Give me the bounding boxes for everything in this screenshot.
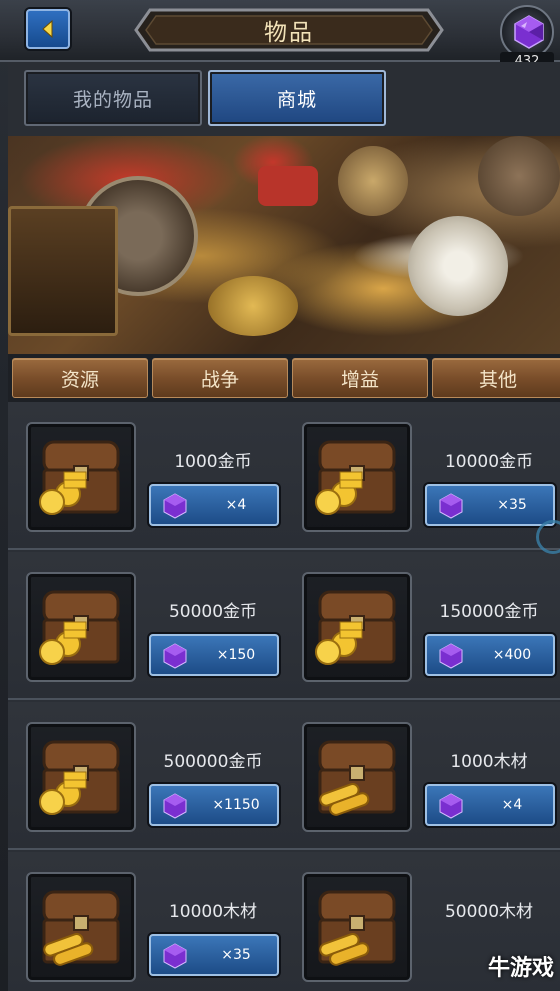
gold-chest-icon [39, 590, 120, 665]
purple-gem-icon [439, 643, 463, 669]
treasure-banner [8, 136, 560, 354]
item-price: ×1150 [212, 797, 260, 813]
purple-gem-icon [163, 493, 187, 519]
category-bar: 资源 战争 增益 其他 [8, 354, 560, 402]
shop-row: 500000金币 ×1150 1000木材 ×4 [8, 702, 560, 850]
shop-item[interactable]: 10000金币 ×35 [284, 402, 560, 550]
title-plate: 物品 [126, 6, 452, 54]
purple-gem-icon [514, 15, 544, 49]
banner-coin [208, 276, 298, 336]
shop-grid: 1000金币 ×4 10000金币 ×35 50000金币 ×150 15000… [8, 402, 560, 991]
banner-coin [258, 166, 318, 206]
purple-gem-icon [439, 793, 463, 819]
item-name: 50000金币 [168, 601, 258, 622]
banner-coin [408, 216, 508, 316]
wood-chest-icon [318, 890, 396, 966]
item-icon-frame [302, 722, 412, 832]
buy-button[interactable]: ×4 [425, 784, 555, 826]
gold-chest-icon [39, 440, 120, 515]
top-bar: 物品 432 [0, 0, 560, 70]
item-price: ×35 [221, 947, 251, 963]
buy-button[interactable]: ×150 [149, 634, 279, 676]
item-name: 1000木材 [450, 751, 528, 772]
gem-balance[interactable] [500, 5, 554, 59]
shop-row: 50000金币 ×150 150000金币 ×400 [8, 552, 560, 700]
buy-button[interactable]: ×4 [149, 484, 279, 526]
item-icon-frame [302, 572, 412, 682]
banner-coin [478, 136, 560, 216]
item-icon-frame [302, 422, 412, 532]
wood-chest-icon [42, 890, 120, 966]
purple-gem-icon [163, 793, 187, 819]
category-war[interactable]: 战争 [152, 358, 288, 398]
watermark: 牛游戏 [487, 955, 554, 981]
buy-button[interactable]: ×35 [425, 484, 555, 526]
gold-chest-icon [315, 590, 396, 665]
item-name: 50000木材 [444, 901, 534, 922]
banner-coin [338, 146, 408, 216]
item-name: 1000金币 [174, 451, 252, 472]
page-title: 物品 [264, 20, 314, 46]
item-icon-frame [26, 572, 136, 682]
item-icon-frame [26, 872, 136, 982]
purple-gem-icon [439, 493, 463, 519]
buy-button[interactable]: ×400 [425, 634, 555, 676]
item-name: 10000木材 [168, 901, 258, 922]
purple-gem-icon [163, 943, 187, 969]
shop-item[interactable]: 1000木材 ×4 [284, 702, 560, 850]
purple-gem-icon [163, 643, 187, 669]
buy-button[interactable]: ×35 [149, 934, 279, 976]
gold-chest-icon [39, 740, 120, 815]
item-price: ×35 [497, 497, 527, 513]
gold-chest-icon [315, 440, 396, 515]
category-buffs[interactable]: 增益 [292, 358, 428, 398]
shop-item[interactable]: 1000金币 ×4 [8, 402, 284, 550]
shop-item[interactable]: 10000木材 ×35 [8, 852, 284, 991]
item-icon-frame [26, 722, 136, 832]
back-arrow-icon [42, 19, 53, 39]
shop-item[interactable]: 50000金币 ×150 [8, 552, 284, 700]
item-icon-frame [26, 422, 136, 532]
wood-chest-icon [318, 740, 396, 816]
item-name: 500000金币 [163, 751, 263, 772]
item-name: 150000金币 [439, 601, 539, 622]
item-price: ×150 [216, 647, 256, 663]
tab-bar: 我的物品 商城 [8, 62, 560, 136]
tab-shop[interactable]: 商城 [208, 70, 386, 126]
banner-coin [8, 206, 118, 336]
buy-button[interactable]: ×1150 [149, 784, 279, 826]
item-price: ×400 [492, 647, 532, 663]
shop-item[interactable]: 500000金币 ×1150 [8, 702, 284, 850]
item-price: ×4 [225, 497, 247, 513]
category-other[interactable]: 其他 [432, 358, 560, 398]
shop-item[interactable]: 150000金币 ×400 [284, 552, 560, 700]
tab-my-items[interactable]: 我的物品 [24, 70, 202, 126]
back-button[interactable] [26, 9, 70, 49]
shop-row: 1000金币 ×4 10000金币 ×35 [8, 402, 560, 550]
item-icon-frame [302, 872, 412, 982]
item-name: 10000金币 [444, 451, 534, 472]
category-resources[interactable]: 资源 [12, 358, 148, 398]
item-price: ×4 [501, 797, 523, 813]
